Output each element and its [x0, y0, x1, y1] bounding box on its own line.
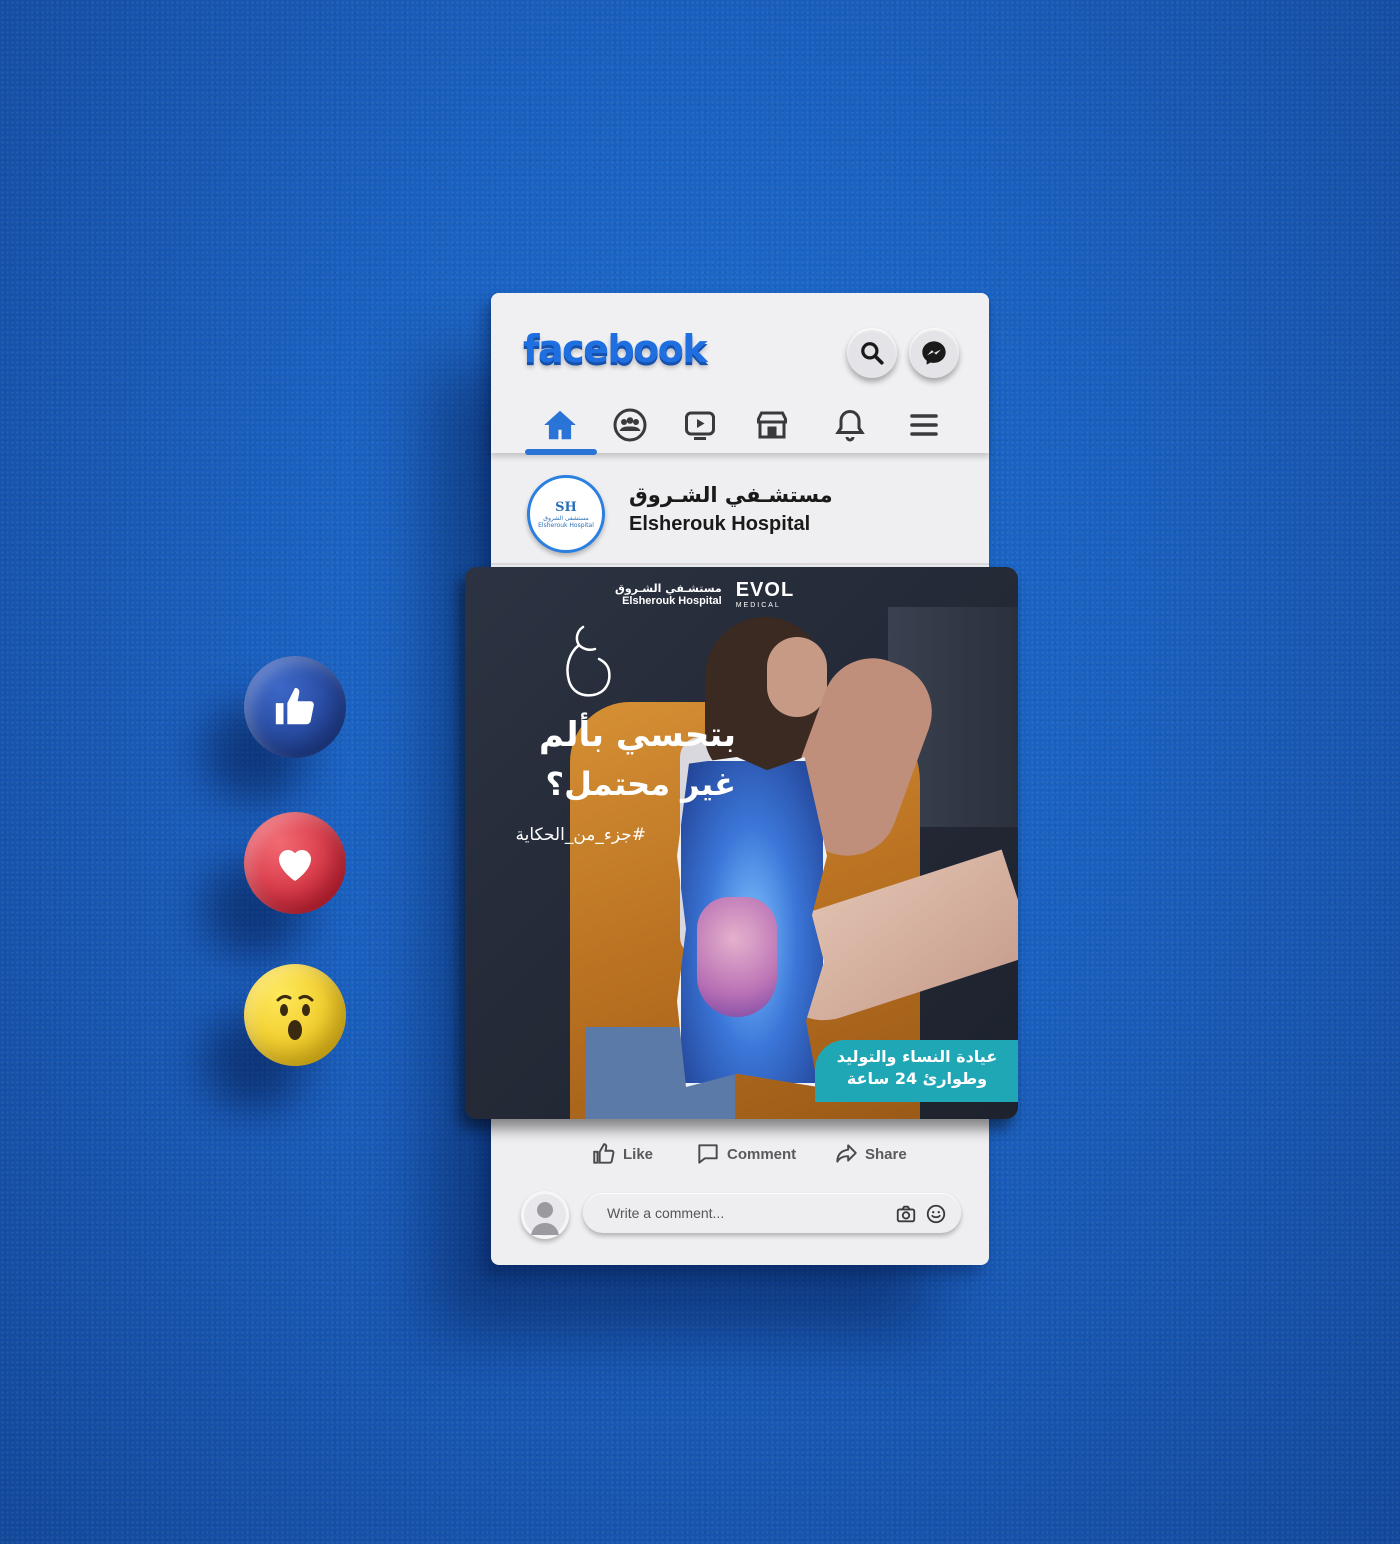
post-header: SH مستشفى الشروق Elsherouk Hospital مستش… — [491, 461, 989, 565]
menu-icon — [910, 414, 938, 436]
nav-notifications[interactable] — [827, 403, 873, 447]
image-hospital-en: Elsherouk Hospital — [622, 594, 722, 607]
headline-line-1: بتحسي بألم — [539, 715, 736, 755]
search-button[interactable] — [847, 328, 897, 378]
comment-icon — [698, 1144, 718, 1164]
comment-composer — [491, 1189, 989, 1249]
share-label: Share — [865, 1145, 907, 1163]
share-button[interactable]: Share — [833, 1141, 907, 1167]
comment-label: Comment — [727, 1145, 797, 1163]
pregnancy-outline-icon — [566, 625, 611, 697]
top-bar: facebook — [491, 293, 989, 455]
hashtag: #جزء_من_الحكاية — [515, 825, 646, 845]
wow-reaction[interactable] — [244, 964, 346, 1066]
video-icon — [685, 411, 715, 440]
main-nav — [491, 399, 989, 455]
wow-face-icon — [276, 994, 314, 1040]
avatar-caption-ar: مستشفى الشروق — [543, 514, 589, 522]
clinic-badge: عيادة النساء والتوليد وطوارئ 24 ساعة — [815, 1040, 1018, 1102]
image-hospital-ar: مستشـفي الشـروق — [615, 581, 722, 595]
active-tab-indicator — [525, 449, 597, 455]
nav-watch[interactable] — [677, 403, 723, 447]
user-avatar[interactable] — [521, 1191, 569, 1239]
badge-line-1: عيادة النساء والتوليد — [836, 1047, 998, 1066]
search-icon — [861, 342, 884, 365]
post-actions: Like Comment Share — [491, 1141, 989, 1181]
bell-icon — [835, 409, 865, 442]
page-avatar[interactable]: SH مستشفى الشروق Elsherouk Hospital — [527, 475, 605, 553]
facebook-logo[interactable]: facebook — [523, 327, 708, 371]
partner-logo-sub: MEDICAL — [735, 602, 781, 609]
avatar-initials: SH — [555, 499, 577, 515]
messenger-button[interactable] — [909, 328, 959, 378]
messenger-icon — [922, 341, 946, 365]
love-reaction[interactable] — [244, 812, 346, 914]
nav-groups[interactable] — [607, 403, 653, 447]
user-silhouette-icon — [531, 1202, 559, 1235]
like-button[interactable]: Like — [591, 1141, 653, 1167]
comment-button[interactable]: Comment — [695, 1141, 796, 1167]
like-icon — [275, 687, 314, 725]
headline-line-2: غير محتمل؟ — [545, 765, 736, 803]
fetus-illustration — [697, 897, 777, 1017]
nav-menu[interactable] — [901, 403, 947, 447]
post-image[interactable]: مستشـفي الشـروق Elsherouk Hospital EVOL … — [465, 567, 1018, 1119]
emoji-icon[interactable] — [925, 1203, 947, 1229]
nav-home[interactable] — [537, 403, 583, 447]
like-label: Like — [623, 1145, 654, 1163]
share-icon — [836, 1144, 857, 1163]
partner-logo-text: EVOL — [735, 579, 795, 601]
thumbs-up-icon — [593, 1143, 615, 1164]
nav-marketplace[interactable] — [749, 403, 795, 447]
home-icon — [544, 410, 576, 440]
avatar-caption-en: Elsherouk Hospital — [538, 521, 594, 529]
page-name-english[interactable]: Elsherouk Hospital — [629, 513, 810, 536]
woman-face — [767, 637, 827, 717]
like-reaction[interactable] — [244, 656, 346, 758]
camera-icon[interactable] — [895, 1203, 917, 1229]
badge-line-2: وطوارئ 24 ساعة — [846, 1069, 988, 1088]
page-name-arabic[interactable]: مستشـفي الشـروق — [629, 483, 833, 507]
groups-icon — [613, 408, 647, 442]
image-brand-strip: مستشـفي الشـروق Elsherouk Hospital EVOL … — [615, 579, 794, 609]
heart-icon — [279, 850, 311, 881]
store-icon — [757, 411, 787, 439]
